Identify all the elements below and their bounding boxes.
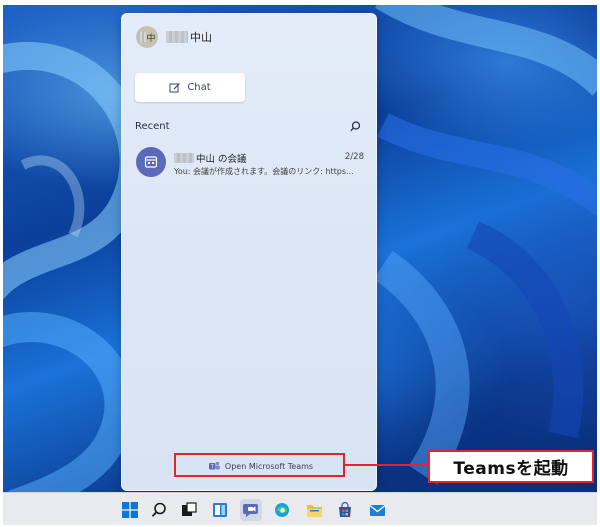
title-mosaic xyxy=(174,153,194,163)
name-mosaic xyxy=(166,31,188,43)
mail-icon[interactable] xyxy=(366,499,388,521)
teams-logo-icon: T xyxy=(208,461,220,470)
store-icon[interactable] xyxy=(334,499,356,521)
teams-chat-flyout: 中 中山 Chat Recent 中山 の会議 2/28 You: 会議が作成さ… xyxy=(121,13,377,491)
avatar-mosaic xyxy=(138,32,146,42)
callout-connector xyxy=(345,464,430,466)
teams-chat-icon[interactable] xyxy=(240,499,262,521)
recent-chat-item[interactable]: 中山 の会議 2/28 You: 会議が作成されます。会議のリンク: https… xyxy=(134,147,366,183)
widgets-icon[interactable] xyxy=(209,499,231,521)
open-teams-label: Open Microsoft Teams xyxy=(224,461,314,471)
meeting-calendar-icon xyxy=(136,147,166,177)
chat-button-label: Chat xyxy=(187,82,211,93)
compose-icon xyxy=(169,82,181,92)
task-view-icon[interactable] xyxy=(178,499,200,521)
callout-label: Teamsを起動 xyxy=(428,450,594,483)
search-icon[interactable] xyxy=(350,121,361,132)
avatar: 中 xyxy=(136,26,158,48)
recent-chat-title: 中山 の会議 xyxy=(174,151,247,165)
taskbar-search-icon[interactable] xyxy=(148,499,170,521)
profile-header[interactable]: 中 中山 xyxy=(136,26,212,48)
taskbar xyxy=(3,492,597,525)
avatar-initial: 中 xyxy=(146,33,156,44)
open-teams-link[interactable]: T Open Microsoft Teams xyxy=(177,455,345,477)
edge-icon[interactable] xyxy=(271,499,293,521)
file-explorer-icon[interactable] xyxy=(303,499,325,521)
recent-chat-date: 2/28 xyxy=(344,152,364,162)
recent-chat-title-text: 中山 の会議 xyxy=(196,154,247,165)
profile-name: 中山 xyxy=(166,29,212,45)
chat-button[interactable]: Chat xyxy=(135,73,245,102)
recent-chat-preview: You: 会議が作成されます。会議のリンク: https... xyxy=(174,167,354,176)
profile-name-text: 中山 xyxy=(190,31,212,44)
windows-start-icon[interactable] xyxy=(119,499,141,521)
recent-heading: Recent xyxy=(135,121,170,132)
